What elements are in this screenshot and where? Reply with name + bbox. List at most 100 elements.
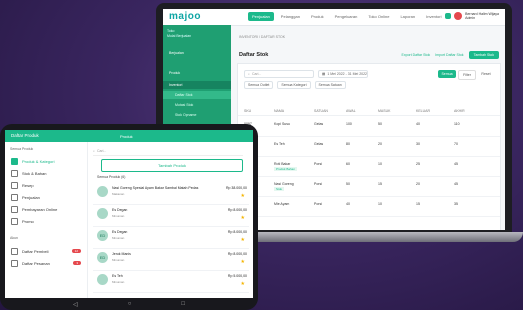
search-input[interactable]: ⌕ Cari... (244, 70, 314, 78)
back-icon[interactable]: ◁ (73, 301, 78, 308)
calendar-icon: ▦ (322, 72, 326, 76)
star-icon[interactable]: ★ (241, 237, 245, 243)
cell-akhir: 45 (454, 182, 458, 186)
star-icon[interactable]: ★ (241, 259, 245, 265)
list-item[interactable]: ED Jeruk Manis Minuman Rp 8.000,00 ★ (93, 248, 249, 271)
cart-icon (11, 193, 18, 201)
toggle-filter[interactable]: Filter (458, 70, 476, 80)
product-thumb (97, 208, 108, 219)
import-link[interactable]: Import Daftar Stok (435, 53, 463, 57)
list-item[interactable]: ED Es Degan Minuman Rp 8.000,00 ★ (93, 226, 249, 249)
col-awal[interactable]: AWAL (346, 109, 356, 113)
status-badge: Produk Bahan (274, 167, 298, 171)
star-icon[interactable]: ★ (241, 281, 245, 287)
sidebar-item-daftar-stok[interactable]: Daftar Stok (163, 91, 231, 99)
list-item[interactable]: Es Degan Minuman Rp 8.000,00 ★ (93, 204, 249, 227)
breadcrumb: INVENTORI / DAFTAR STOK (239, 35, 286, 39)
product-name: Es Degan (112, 230, 128, 234)
tablet-sidebar-item[interactable]: Daftar Pesanan 3 (5, 258, 87, 268)
col-nama[interactable]: NAMA (274, 109, 284, 113)
cell-awal: 80 (346, 142, 350, 146)
main-content: INVENTORI / DAFTAR STOK Daftar Stok Expo… (231, 25, 505, 230)
tablet-sidebar-label: Daftar Pesanan (22, 260, 50, 266)
box-icon (11, 169, 18, 177)
col-masuk[interactable]: MASUK (378, 109, 390, 113)
notification-icon[interactable] (445, 13, 452, 19)
date-range-picker[interactable]: ▦ 1 Mei 2022 - 31 Mei 2022 (318, 70, 368, 78)
product-thumb (97, 186, 108, 197)
list-item[interactable]: Es Teh Minuman Rp 5.000,00 ★ (93, 270, 249, 293)
store-selector[interactable]: Toko Mulai Berjualan (167, 29, 191, 39)
col-sku[interactable]: SKU (244, 109, 251, 113)
toggle-reset[interactable]: Reset (478, 70, 494, 78)
filter-outlet[interactable]: Semua Outlet (244, 81, 274, 89)
main-nav: Penjualan Pelanggan Produk Pengeluaran T… (248, 12, 445, 21)
nav-penjualan[interactable]: Penjualan (248, 12, 274, 21)
product-name: Es Teh (112, 274, 123, 278)
cell-name: Roti Bakar (274, 162, 291, 166)
add-product-button[interactable]: Tambah Produk (101, 159, 243, 172)
table-row[interactable]: 0101 Mie Ayam Porsi 40 10 15 35 (238, 196, 500, 217)
cell-keluar: 15 (416, 202, 420, 206)
payment-icon (11, 205, 18, 213)
nav-pelanggan[interactable]: Pelanggan (277, 12, 304, 21)
product-count-label: Semua Produk (6) (97, 175, 126, 179)
toggle-all[interactable]: Semua (438, 70, 456, 78)
tablet-sidebar-item[interactable]: Penjualan (5, 192, 87, 202)
sidebar-item-berjualan[interactable]: Berjualan (163, 49, 231, 57)
page-actions: Export Daftar Stok Import Daftar Stok Ta… (402, 51, 499, 59)
add-stock-button[interactable]: Tambah Stok (468, 51, 499, 59)
nav-inventori[interactable]: Inventori (422, 12, 445, 21)
star-icon[interactable]: ★ (241, 215, 245, 221)
tablet-search-placeholder: Cari... (96, 148, 107, 153)
nav-toko-online[interactable]: Toko Online (364, 12, 393, 21)
product-thumb: ED (97, 230, 108, 241)
filter-unit[interactable]: Semua Satuan (314, 81, 346, 89)
table-row[interactable]: 0097 Kopi Susu Gelas 100 50 40 110 (238, 116, 500, 137)
nav-laporan[interactable]: Laporan (396, 12, 419, 21)
user-menu[interactable]: Bernard Halim Wijaya Admin (445, 12, 499, 20)
cell-awal: 50 (346, 182, 350, 186)
sidebar-item-inventori[interactable]: Inventori (163, 81, 231, 89)
user-info: Bernard Halim Wijaya Admin (465, 12, 499, 20)
cell-keluar: 40 (416, 122, 420, 126)
table-row[interactable]: 0098 Es Teh Gelas 80 20 30 70 (238, 136, 500, 157)
tablet-sidebar-item[interactable]: Resep (5, 180, 87, 190)
avatar[interactable] (454, 12, 463, 20)
store-name: Mulai Berjualan (167, 34, 192, 38)
cell-akhir: 35 (454, 202, 458, 206)
product-category: Minuman (112, 214, 125, 218)
tablet-sidebar-item[interactable]: Pembayaran Online (5, 204, 87, 214)
filter-category[interactable]: Semua Kategori (277, 81, 311, 89)
star-icon[interactable]: ★ (241, 193, 245, 199)
table-row[interactable]: 0099 Roti Bakar Produk Bahan Porsi 60 10… (238, 156, 500, 177)
nav-pengeluaran[interactable]: Pengeluaran (331, 12, 362, 21)
cell-name: Es Teh (274, 142, 285, 146)
col-satuan[interactable]: SATUAN (314, 109, 328, 113)
count-badge: 12 (71, 249, 81, 253)
tablet-sidebar-label: Penjualan (22, 194, 40, 200)
sidebar-item-produk[interactable]: Produk (163, 69, 231, 77)
tablet-search-input[interactable]: ⌕ Cari... (93, 146, 243, 156)
table-row[interactable]: 0100 Nasi Goreng Stok Porsi 50 15 20 45 (238, 176, 500, 197)
sidebar-item-mutasi-stok[interactable]: Mutasi Stok (163, 101, 231, 109)
product-price: Rp 8.000,00 (227, 230, 247, 234)
col-keluar[interactable]: KELUAR (416, 109, 430, 113)
nav-produk[interactable]: Produk (307, 12, 328, 21)
home-icon[interactable]: ○ (128, 301, 132, 307)
recents-icon[interactable]: □ (181, 301, 185, 307)
tablet-sidebar-item[interactable]: Promo (5, 216, 87, 226)
brand-logo: majoo (169, 11, 201, 22)
tablet-sidebar-item[interactable]: Daftar Pembeli 12 (5, 246, 87, 256)
tablet-sidebar-label: Promo (22, 218, 34, 224)
cell-name: Nasi Goreng (274, 182, 294, 186)
sidebar-item-stok-opname[interactable]: Stok Opname (163, 111, 231, 119)
tablet-sidebar-item[interactable]: Produk & Kategori (5, 156, 87, 166)
stock-card: ⌕ Cari... ▦ 1 Mei 2022 - 31 Mei 2022 Sem… (237, 63, 501, 230)
col-akhir[interactable]: AKHIR (454, 109, 465, 113)
cell-keluar: 30 (416, 142, 420, 146)
export-link[interactable]: Export Daftar Stok (402, 53, 431, 57)
tablet-sidebar-item[interactable]: Stok & Bahan (5, 168, 87, 178)
search-icon: ⌕ (93, 148, 95, 153)
list-item[interactable]: Nasi Goreng Spesial Ayam Bakar Sambal Ma… (93, 182, 249, 205)
